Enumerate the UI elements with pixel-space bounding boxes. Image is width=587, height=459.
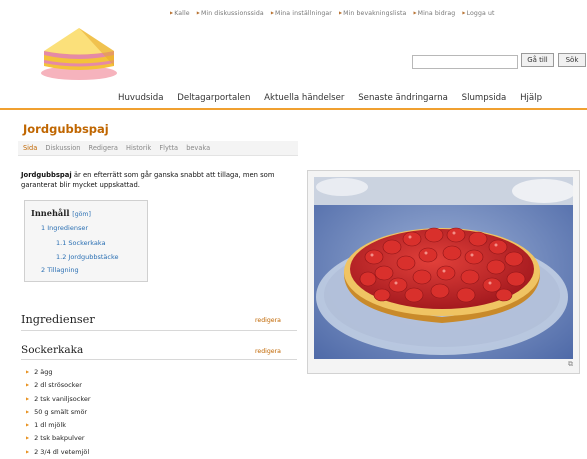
search-button[interactable]: Sök: [558, 53, 586, 67]
tab-history[interactable]: Historik: [126, 144, 151, 152]
nav-random-page[interactable]: Slumpsida: [462, 93, 507, 103]
list-item: 2 3/4 dl vetemjöl: [26, 445, 91, 458]
nav-current-events[interactable]: Aktuella händelser: [264, 93, 344, 103]
enlarge-icon[interactable]: ⧉: [568, 360, 573, 369]
table-of-contents: Innehåll [göm] 1 Ingredienser 1.1 Socker…: [24, 200, 148, 282]
page-title: Jordgubbspaj: [23, 122, 109, 136]
link-watchlist[interactable]: Min bevakningslista: [339, 10, 406, 17]
toc-title: Innehåll: [31, 208, 70, 218]
tab-discussion[interactable]: Diskussion: [45, 144, 80, 152]
personal-links: Kalle Min diskussionssida Mina inställni…: [170, 10, 587, 17]
list-item: 1 dl mjölk: [26, 418, 91, 431]
intro-bold: Jordgubbspaj: [21, 171, 72, 179]
list-item: 2 ägg: [26, 365, 91, 378]
tab-edit[interactable]: Redigera: [89, 144, 118, 152]
toc-item-ingredienser[interactable]: 1 Ingredienser: [41, 224, 88, 232]
nav-main-page[interactable]: Huvudsida: [118, 93, 163, 103]
section-divider: [21, 330, 297, 331]
nav-recent-changes[interactable]: Senaste ändringarna: [358, 93, 448, 103]
link-logout[interactable]: Logga ut: [462, 10, 494, 17]
toc-item-jordgubbstacke[interactable]: 1.2 Jordgubbstäcke: [56, 253, 119, 261]
list-item: 2 tsk vaniljsocker: [26, 392, 90, 405]
list-item: 2 tsk bakpulver: [26, 431, 91, 444]
strawberry-pie-photo[interactable]: [314, 177, 573, 359]
heading-ingredienser: Ingredienser: [21, 313, 95, 326]
nav-help[interactable]: Hjälp: [520, 93, 542, 103]
edit-link-ingredienser[interactable]: redigera: [255, 317, 281, 324]
page-tabs: Sida Diskussion Redigera Historik Flytta…: [18, 141, 298, 156]
toc-hide-link[interactable]: göm: [75, 211, 89, 218]
link-talk[interactable]: Min diskussionssida: [197, 10, 264, 17]
nav-divider: [0, 108, 587, 110]
link-user[interactable]: Kalle: [170, 10, 190, 17]
tab-watch[interactable]: bevaka: [186, 144, 210, 152]
tab-page[interactable]: Sida: [23, 144, 37, 152]
intro-paragraph: Jordgubbspaj är en efterrätt som går gan…: [21, 170, 291, 190]
link-contributions[interactable]: Mina bidrag: [413, 10, 455, 17]
toc-item-tillagning[interactable]: 2 Tillagning: [41, 266, 79, 274]
section-divider: [21, 359, 297, 360]
cake-logo[interactable]: [38, 20, 120, 82]
nav-community-portal[interactable]: Deltagarportalen: [177, 93, 250, 103]
list-item: 50 g smält smör: [26, 405, 91, 418]
go-button[interactable]: Gå till: [521, 53, 554, 67]
tab-move[interactable]: Flytta: [159, 144, 178, 152]
ingredient-list: 2 ägg 2 dl strösocker 2 tsk vaniljsocker…: [26, 365, 91, 458]
toc-item-sockerkaka[interactable]: 1.1 Sockerkaka: [56, 239, 106, 247]
edit-link-sockerkaka[interactable]: redigera: [255, 348, 281, 355]
list-item: 2 dl strösocker: [26, 378, 91, 391]
heading-sockerkaka: Sockerkaka: [21, 344, 84, 356]
search-input[interactable]: [412, 55, 518, 69]
image-thumbnail[interactable]: ⧉: [307, 170, 580, 374]
link-preferences[interactable]: Mina inställningar: [271, 10, 332, 17]
main-nav: Huvudsida Deltagarportalen Aktuella händ…: [118, 93, 553, 103]
